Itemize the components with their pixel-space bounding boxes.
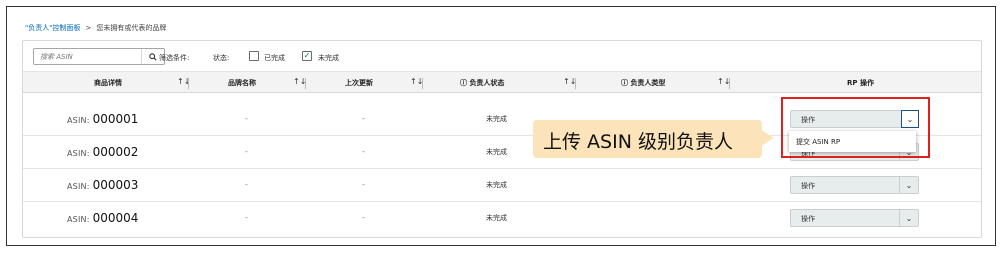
asin-number: 000002 [92,145,139,159]
brand-name-cell: - [245,147,248,156]
asin-value: ASIN: 000002 [67,145,138,159]
asin-number: 000001 [92,112,139,126]
asin-tag: ASIN: [67,182,90,191]
header-divider [305,78,306,89]
header-owner-status-label: 负责人状态 [469,79,505,87]
info-icon[interactable]: ⓘ [460,79,467,87]
breadcrumb-separator: > [85,24,92,32]
header-brand-name: 品牌名称 [228,79,256,87]
last-updated-cell: - [362,147,365,156]
table-header: 商品详情 ↑↓ 品牌名称 ↑↓ 上次更新 ↑↓ ⓘ 负责人状态 ↑↓ ⓘ 负责人… [23,71,981,93]
header-product-details: 商品详情 [94,79,122,87]
asin-value: ASIN: 000004 [67,211,138,225]
callout-text: 上传 ASIN 级别负责人 [543,131,733,153]
breadcrumb: "负责人"控制面板 > 您未拥有或代表的品牌 [25,23,166,33]
chevron-down-icon[interactable]: ⌄ [899,177,918,193]
header-owner-type: ⓘ 负责人类型 [621,78,665,88]
last-updated-cell: - [362,213,365,222]
search-box [33,48,165,65]
owner-status-cell: 未完成 [486,148,507,156]
header-divider [729,78,730,89]
incomplete-checkbox[interactable]: ✓ [302,51,312,61]
chevron-down-icon[interactable]: ⌄ [899,210,918,226]
asin-number: 000004 [92,211,139,225]
header-rp-actions: RP 操作 [847,79,874,87]
incomplete-label: 未完成 [318,54,339,62]
asin-tag: ASIN: [67,149,90,158]
header-divider [422,78,423,89]
highlight-box [781,97,930,158]
breadcrumb-link-dashboard[interactable]: "负责人"控制面板 [25,24,80,32]
header-divider [188,78,189,89]
rp-action-label: 操作 [801,215,815,223]
table-row: ASIN: 000003 - - 未完成 操作 ⌄ [23,169,981,202]
completed-label: 已完成 [264,54,285,62]
info-icon[interactable]: ⓘ [621,79,628,87]
completed-checkbox[interactable] [249,51,259,61]
rp-action-label: 操作 [801,182,815,190]
owner-status-cell: 未完成 [486,115,507,123]
brand-name-cell: - [245,180,248,189]
filter-bar: 筛选条件: 状态: 已完成 ✓ 未完成 [23,41,981,71]
rp-action-dropdown[interactable]: 操作 ⌄ [790,176,919,194]
asin-tag: ASIN: [67,215,90,224]
table-row: ASIN: 000004 - - 未完成 操作 ⌄ [23,202,981,235]
header-owner-status: ⓘ 负责人状态 [460,78,504,88]
last-updated-cell: - [362,114,365,123]
callout-pointer [761,130,774,146]
rp-action-dropdown[interactable]: 操作 ⌄ [790,209,919,227]
owner-status-cell: 未完成 [486,181,507,189]
status-filter-label: 状态: [213,54,230,62]
asin-value: ASIN: 000003 [67,178,138,192]
filter-conditions-label: 筛选条件: [159,54,190,62]
owner-status-cell: 未完成 [486,214,507,222]
annotation-callout: 上传 ASIN 级别负责人 [533,120,774,158]
header-owner-type-label: 负责人类型 [630,79,666,87]
search-input[interactable] [34,49,146,64]
asin-number: 000003 [92,178,139,192]
asin-tag: ASIN: [67,116,90,125]
brand-name-cell: - [245,114,248,123]
last-updated-cell: - [362,180,365,189]
header-divider [575,78,576,89]
header-last-updated: 上次更新 [345,79,373,87]
asin-value: ASIN: 000001 [67,112,138,126]
checkmark-icon: ✓ [303,51,311,60]
brand-name-cell: - [245,213,248,222]
breadcrumb-current: 您未拥有或代表的品牌 [96,24,167,32]
